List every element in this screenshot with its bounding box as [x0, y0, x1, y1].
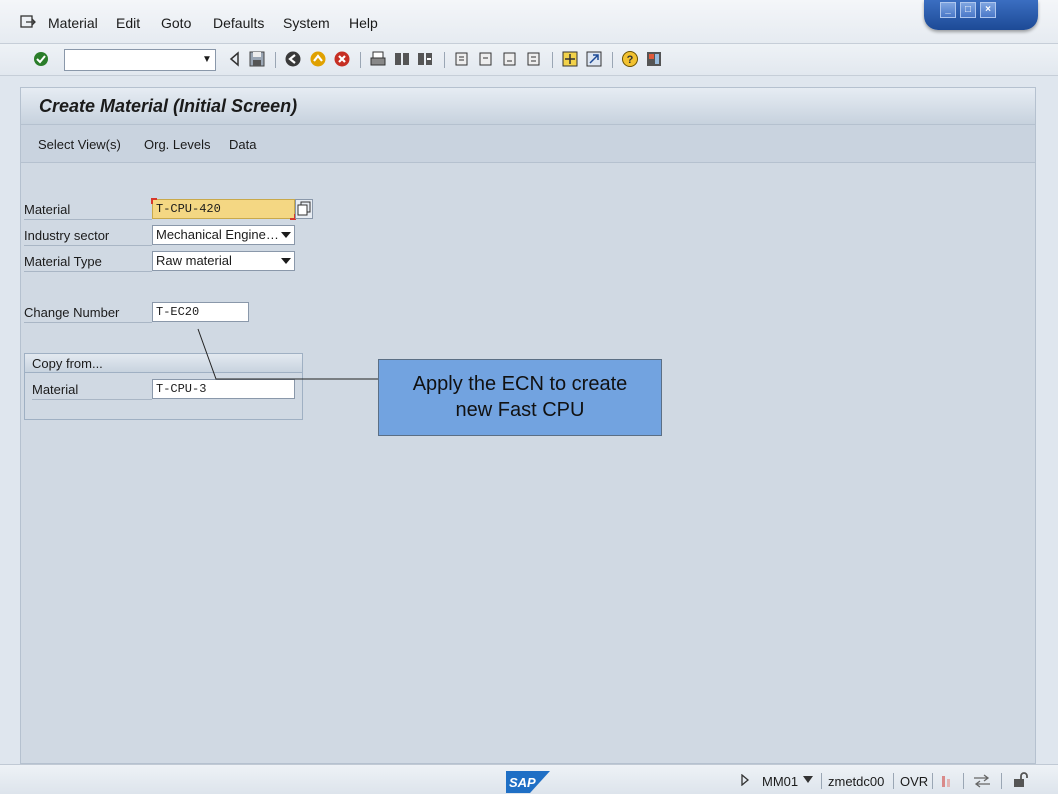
industry-sector-label: Industry sector — [24, 226, 152, 246]
command-dropdown-icon[interactable]: ▼ — [201, 54, 213, 66]
menu-material[interactable]: Material — [48, 15, 98, 31]
status-separator — [932, 773, 933, 789]
back-icon[interactable] — [284, 50, 302, 68]
material-type-label: Material Type — [24, 252, 152, 272]
callout-line-2: new Fast CPU — [455, 399, 585, 421]
callout-line-1: Apply the ECN to create — [412, 373, 628, 395]
transaction-code: MM01 — [762, 774, 799, 789]
instruction-callout: Apply the ECN to create new Fast CPU — [378, 359, 662, 436]
collapse-left-icon[interactable] — [226, 50, 244, 68]
status-separator — [821, 773, 822, 789]
previous-page-icon[interactable] — [477, 50, 495, 68]
last-page-icon[interactable] — [525, 50, 543, 68]
page-title: Create Material (Initial Screen) — [39, 96, 298, 116]
chevron-down-icon[interactable] — [281, 232, 291, 238]
input-mode: OVR — [900, 774, 929, 789]
industry-sector-value: Mechanical Enginee… — [156, 227, 284, 242]
copy-from-title: Copy from... — [25, 354, 302, 373]
status-expand-icon[interactable] — [740, 774, 750, 786]
layout-menu-icon[interactable] — [645, 50, 663, 68]
transfer-icon — [974, 774, 990, 788]
toolbar-separator — [612, 52, 613, 68]
find-next-icon[interactable] — [416, 50, 434, 68]
maximize-icon[interactable]: □ — [960, 2, 976, 18]
shortcut-icon[interactable] — [585, 50, 603, 68]
first-page-icon[interactable] — [453, 50, 471, 68]
command-field[interactable]: ▼ — [64, 49, 216, 71]
menu-bar: Material Edit Goto Defaults System Help … — [0, 0, 1058, 44]
screen-title-bar: Create Material (Initial Screen) — [20, 87, 1036, 124]
copy-material-input[interactable]: T-CPU-3 — [152, 379, 295, 399]
industry-sector-select[interactable]: Mechanical Enginee… — [152, 225, 295, 245]
menu-exit-icon[interactable] — [20, 15, 36, 29]
data-button[interactable]: Data — [229, 137, 256, 152]
toolbar-separator — [444, 52, 445, 68]
menu-help[interactable]: Help — [349, 15, 378, 31]
enter-check-icon[interactable] — [32, 50, 50, 68]
status-bar: SAP MM01 zmetdc00 OVR — [0, 764, 1058, 794]
print-icon[interactable] — [369, 50, 387, 68]
create-session-icon[interactable] — [561, 50, 579, 68]
close-icon[interactable]: × — [980, 2, 996, 18]
menu-system[interactable]: System — [283, 15, 330, 31]
save-icon[interactable] — [248, 50, 266, 68]
change-number-input[interactable]: T-EC20 — [152, 302, 249, 322]
unlock-icon[interactable] — [1012, 771, 1030, 789]
menu-goto[interactable]: Goto — [161, 15, 191, 31]
toolbar-separator — [552, 52, 553, 68]
material-type-select[interactable]: Raw material — [152, 251, 295, 271]
menu-defaults[interactable]: Defaults — [213, 15, 264, 31]
chevron-down-icon[interactable] — [803, 776, 813, 784]
material-type-value: Raw material — [156, 253, 232, 268]
status-separator — [893, 773, 894, 789]
cancel-icon[interactable] — [333, 50, 351, 68]
status-separator — [1001, 773, 1002, 789]
copy-material-label: Material — [32, 380, 152, 400]
window-controls: _ □ × — [924, 0, 1038, 30]
command-input[interactable] — [65, 50, 193, 70]
chevron-down-icon[interactable] — [281, 258, 291, 264]
exit-icon[interactable] — [309, 50, 327, 68]
toolbar-separator — [360, 52, 361, 68]
server-name: zmetdc00 — [828, 774, 885, 789]
toolbar-separator — [275, 52, 276, 68]
org-levels-button[interactable]: Org. Levels — [144, 137, 210, 152]
svg-text:SAP: SAP — [509, 775, 536, 790]
help-icon[interactable]: ? — [621, 50, 639, 68]
standard-toolbar: ▼ ? — [0, 44, 1058, 76]
select-views-button[interactable]: Select View(s) — [38, 137, 121, 152]
copy-button[interactable] — [295, 199, 313, 219]
copy-icon — [297, 201, 311, 216]
material-label: Material — [24, 200, 152, 220]
next-page-icon[interactable] — [501, 50, 519, 68]
find-icon[interactable] — [393, 50, 411, 68]
application-toolbar: Select View(s) Org. Levels Data — [20, 124, 1036, 163]
sap-logo: SAP — [506, 771, 550, 793]
material-input[interactable]: T-CPU-420 — [151, 198, 296, 220]
svg-text:?: ? — [627, 54, 634, 66]
status-separator — [963, 773, 964, 789]
menu-edit[interactable]: Edit — [116, 15, 140, 31]
connection-icon — [942, 776, 950, 787]
minimize-icon[interactable]: _ — [940, 2, 956, 18]
change-number-label: Change Number — [24, 303, 152, 323]
